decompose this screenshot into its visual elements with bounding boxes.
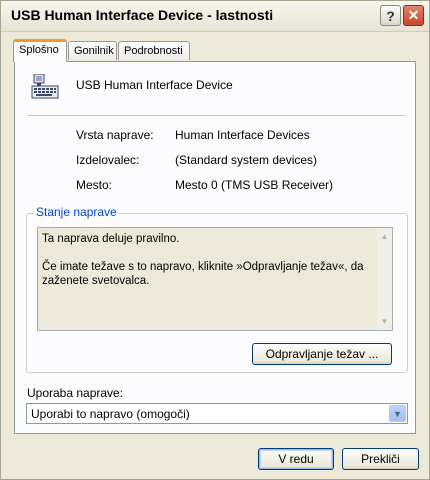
question-mark-icon: ? [386, 7, 395, 24]
device-type-value: Human Interface Devices [175, 128, 310, 142]
help-button[interactable]: ? [380, 5, 401, 26]
chevron-down-icon[interactable]: ▼ [389, 405, 406, 422]
title-bar[interactable]: USB Human Interface Device - lastnosti ?… [1, 1, 429, 32]
close-button[interactable]: ✕ [403, 5, 424, 26]
device-status-text: Ta naprava deluje pravilno. Če imate tež… [42, 233, 364, 287]
device-usage-value: Uporabi to napravo (omogoči) [31, 407, 190, 421]
usb-device-icon [31, 74, 59, 99]
properties-dialog: USB Human Interface Device - lastnosti ?… [0, 0, 430, 480]
device-type-label: Vrsta naprave: [76, 128, 154, 142]
location-label: Mesto: [76, 178, 113, 192]
device-usage-select[interactable]: Uporabi to napravo (omogoči) ▼ [26, 403, 408, 424]
tab-general[interactable]: Splošno [13, 39, 67, 62]
location-value: Mesto 0 (TMS USB Receiver) [175, 178, 334, 192]
manufacturer-label: Izdelovalec: [76, 153, 140, 167]
device-usage-label: Uporaba naprave: [27, 386, 124, 400]
scroll-up-icon[interactable]: ▲ [378, 230, 391, 243]
device-status-title: Stanje naprave [34, 205, 119, 219]
device-status-box[interactable]: Ta naprava deluje pravilno. Če imate tež… [37, 227, 393, 331]
status-scrollbar[interactable]: ▲ ▼ [377, 228, 392, 330]
window-title: USB Human Interface Device - lastnosti [11, 7, 274, 23]
cancel-button[interactable]: Prekliči [342, 448, 419, 470]
ok-button[interactable]: V redu [258, 448, 334, 470]
divider [28, 115, 406, 117]
close-icon: ✕ [407, 7, 420, 23]
device-name: USB Human Interface Device [76, 78, 233, 92]
tab-driver[interactable]: Gonilnik [68, 41, 117, 60]
scroll-down-icon[interactable]: ▼ [378, 315, 391, 328]
manufacturer-value: (Standard system devices) [175, 153, 318, 167]
troubleshoot-button[interactable]: Odpravljanje težav ... [252, 343, 392, 365]
tab-details[interactable]: Podrobnosti [118, 41, 190, 60]
